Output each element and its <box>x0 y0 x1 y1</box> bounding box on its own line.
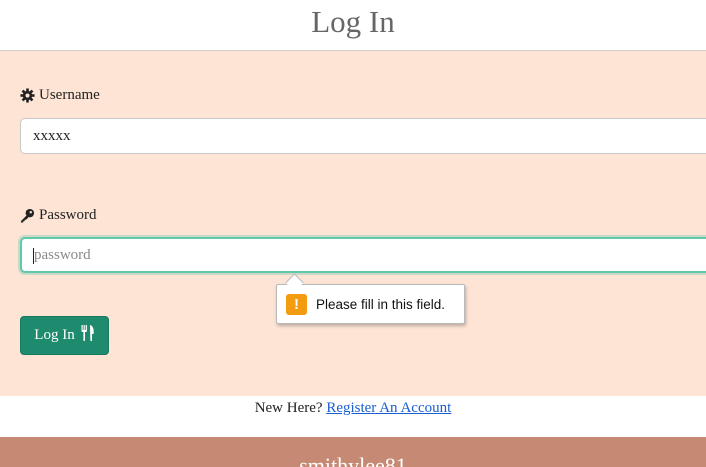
username-label: Username <box>39 87 100 103</box>
password-placeholder: password <box>34 247 91 263</box>
footer-username: smithylee81 <box>299 453 407 467</box>
footer: smithylee81 <box>0 437 706 467</box>
validation-tooltip: ! Please fill in this field. <box>276 284 465 324</box>
username-label-row: Username <box>20 87 100 104</box>
username-value: xxxxx <box>33 128 71 144</box>
password-label-row: Password <box>20 207 97 224</box>
login-form-panel: Username xxxxx Password password Log In <box>0 51 706 396</box>
password-label: Password <box>39 207 97 223</box>
gear-icon <box>20 88 35 103</box>
key-icon <box>20 208 35 223</box>
signup-prompt: New Here? Register An Account <box>0 400 706 417</box>
register-link[interactable]: Register An Account <box>326 400 451 416</box>
signup-prompt-text: New Here? <box>254 400 323 416</box>
login-button-label: Log In <box>34 327 75 343</box>
validation-message: Please fill in this field. <box>316 296 446 312</box>
page-header: Log In <box>0 0 706 51</box>
password-input[interactable]: password <box>20 237 706 273</box>
page-title: Log In <box>311 4 395 39</box>
utensils-icon <box>81 325 95 346</box>
warning-icon: ! <box>286 293 307 315</box>
username-input[interactable]: xxxxx <box>20 118 706 154</box>
login-button[interactable]: Log In <box>20 316 109 355</box>
